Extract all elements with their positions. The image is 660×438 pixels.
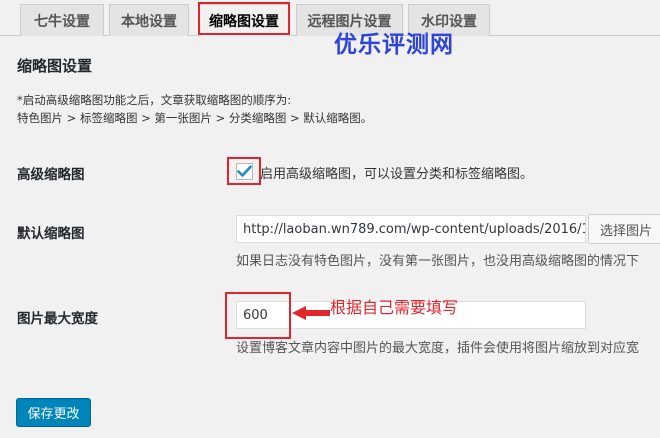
advanced-thumbnail-label: 高级缩略图 xyxy=(17,167,85,183)
default-thumbnail-url-input[interactable]: http://laoban.wn789.com/wp-content/uploa… xyxy=(236,215,586,243)
section-title: 缩略图设置 xyxy=(17,57,93,75)
max-width-highlight-box xyxy=(225,292,291,339)
max-width-label: 图片最大宽度 xyxy=(17,311,98,327)
advanced-thumbnail-checkbox-label: 启用高级缩略图，可以设置分类和标签缩略图。 xyxy=(260,167,534,182)
default-thumbnail-label: 默认缩略图 xyxy=(17,226,85,242)
max-width-description: 设置博客文章内容中图片的最大宽度，插件会使用将图片缩放到对应宽 xyxy=(236,341,640,356)
active-tab-highlight-box xyxy=(198,2,290,35)
arrow-left-icon xyxy=(292,306,330,320)
order-note-line-1: *启动高级缩略图功能之后，文章获取缩略图的顺序为: xyxy=(17,93,292,107)
tab-local[interactable]: 本地设置 xyxy=(109,4,189,36)
settings-tabs: 七牛设置 本地设置 缩略图设置 远程图片设置 水印设置 xyxy=(0,0,660,37)
annotation-text: 根据自己需要填写 xyxy=(330,298,459,317)
site-watermark: 优乐评测网 xyxy=(334,32,454,58)
tab-qiniu[interactable]: 七牛设置 xyxy=(20,4,104,36)
order-note-line-2: 特色图片 > 标签缩略图 > 第一张图片 > 分类缩略图 > 默认缩略图。 xyxy=(17,111,373,125)
save-changes-button[interactable]: 保存更改 xyxy=(16,398,91,427)
checkbox-highlight-box xyxy=(227,157,261,185)
select-image-button[interactable]: 选择图片 xyxy=(588,214,660,244)
default-thumbnail-description: 如果日志没有特色图片，没有第一张图片，也没用高级缩略图的情况下 xyxy=(236,254,640,269)
